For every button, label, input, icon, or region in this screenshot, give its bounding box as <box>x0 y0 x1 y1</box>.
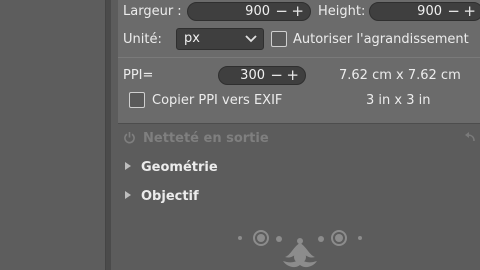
width-decrement-button[interactable]: − <box>275 3 288 20</box>
allow-upscale-checkbox[interactable] <box>271 31 287 47</box>
chevron-down-icon[interactable] <box>245 35 257 43</box>
geometry-section[interactable]: Geométrie <box>125 160 218 175</box>
width-value[interactable]: 900 <box>245 4 270 19</box>
ppi-decrement-button[interactable]: − <box>270 67 283 84</box>
section-divider <box>118 57 480 58</box>
size-cm-readout: 7.62 cm x 7.62 cm <box>339 68 461 83</box>
unit-value[interactable]: px <box>184 31 200 46</box>
lens-label[interactable]: Objectif <box>141 189 199 204</box>
expand-triangle-icon[interactable] <box>125 162 131 170</box>
unit-select[interactable]: px <box>176 28 264 50</box>
power-icon[interactable] <box>123 131 136 144</box>
resize-section: Largeur : 900 − + Height: 900 − + Unité:… <box>118 0 480 124</box>
height-decrement-button[interactable]: − <box>447 3 460 20</box>
output-sharpening-header[interactable]: Netteté en sortie <box>143 131 269 146</box>
height-value[interactable]: 900 <box>417 4 442 19</box>
width-spinbox[interactable]: 900 − + <box>187 2 311 21</box>
ppi-label: PPI= <box>123 68 154 83</box>
tool-panel: Largeur : 900 − + Height: 900 − + Unité:… <box>111 0 480 270</box>
allow-upscale-label[interactable]: Autoriser l'agrandissement <box>293 32 469 47</box>
size-in-readout: 3 in x 3 in <box>366 93 431 108</box>
ppi-spinbox[interactable]: 300 − + <box>218 66 306 85</box>
copy-ppi-label[interactable]: Copier PPI vers EXIF <box>152 93 282 108</box>
geometry-label[interactable]: Geométrie <box>141 160 218 175</box>
unit-label: Unité: <box>123 32 162 47</box>
left-panel-area <box>0 0 105 270</box>
height-spinbox[interactable]: 900 − + <box>369 2 480 21</box>
ppi-value[interactable]: 300 <box>240 68 265 83</box>
ppi-increment-button[interactable]: + <box>286 67 299 84</box>
expand-triangle-icon[interactable] <box>125 191 131 199</box>
copy-ppi-checkbox[interactable] <box>129 92 145 108</box>
height-label: Height: <box>318 4 366 19</box>
width-increment-button[interactable]: + <box>291 3 304 20</box>
flourish-ornament <box>238 230 362 268</box>
lens-section[interactable]: Objectif <box>125 189 199 204</box>
width-label: Largeur : <box>123 4 182 19</box>
height-increment-button[interactable]: + <box>463 3 476 20</box>
reset-icon[interactable] <box>464 132 476 142</box>
